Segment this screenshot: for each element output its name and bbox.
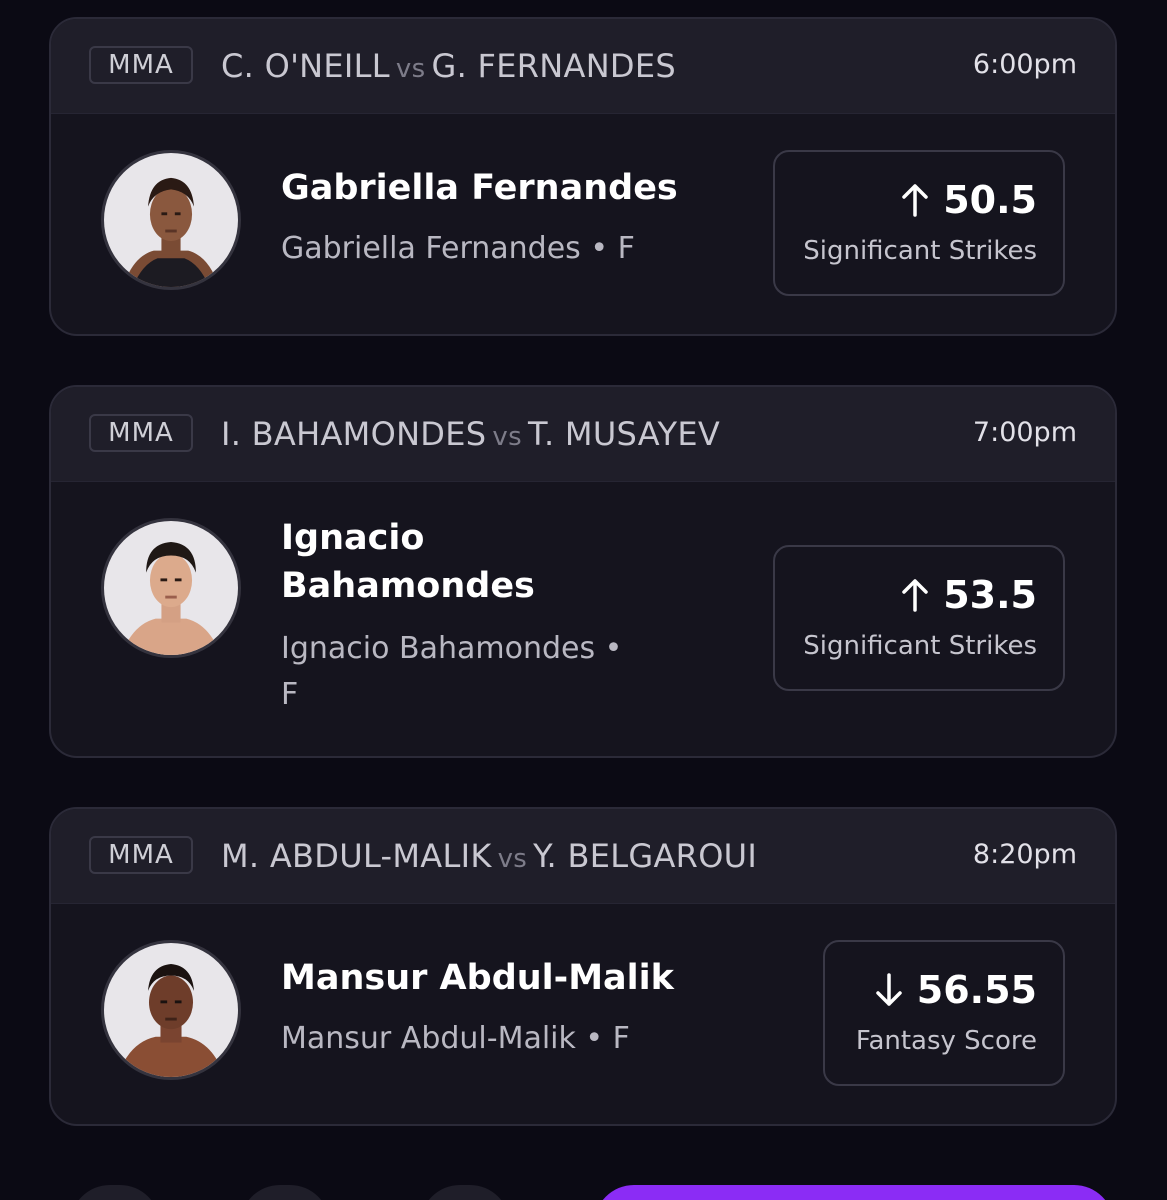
- line-value: 56.55: [916, 968, 1037, 1012]
- player-name: Mansur Abdul-Malik: [281, 958, 674, 998]
- team-a: C. O'NEILL: [221, 47, 390, 85]
- fighter-portrait-icon: [104, 943, 238, 1077]
- bottom-icon-button[interactable]: [240, 1185, 330, 1200]
- submit-button[interactable]: [594, 1185, 1114, 1200]
- projection-value: 53.5: [901, 573, 1037, 617]
- fighter-portrait-icon: [104, 153, 238, 287]
- arrow-up-icon: [902, 184, 928, 217]
- stat-label: Fantasy Score: [855, 1026, 1037, 1056]
- player-name-line-1: Ignacio: [281, 518, 425, 558]
- stat-label: Significant Strikes: [803, 236, 1037, 266]
- matchup: M. ABDUL-MALIK vs Y. BELGAROUI: [221, 837, 757, 875]
- vs-label: vs: [395, 54, 426, 84]
- vs-label: vs: [492, 422, 522, 452]
- matchup: C. O'NEILL vs G. FERNANDES: [221, 47, 676, 85]
- pick-card[interactable]: MMA M. ABDUL-MALIK vs Y. BELGAROUI 8:20pm: [49, 807, 1117, 1126]
- game-time: 7:00pm: [972, 417, 1077, 448]
- sport-badge: MMA: [89, 46, 193, 84]
- arrow-up-icon: [902, 579, 928, 612]
- player-team-position: Gabriella Fernandes • F: [281, 231, 635, 266]
- projection-value: 50.5: [901, 178, 1037, 222]
- line-value: 50.5: [943, 178, 1037, 222]
- projection-box[interactable]: 53.5 Significant Strikes: [773, 545, 1065, 691]
- team-b: Y. BELGAROUI: [533, 837, 758, 875]
- game-time: 6:00pm: [972, 49, 1077, 80]
- matchup: I. BAHAMONDES vs T. MUSAYEV: [221, 415, 720, 453]
- line-value: 53.5: [943, 573, 1037, 617]
- arrow-down-icon: [876, 973, 902, 1006]
- team-b: G. FERNANDES: [431, 47, 677, 85]
- game-time: 8:20pm: [972, 839, 1077, 870]
- avatar: [101, 940, 241, 1080]
- pick-card[interactable]: MMA I. BAHAMONDES vs T. MUSAYEV 7:00pm I…: [49, 385, 1117, 758]
- fighter-portrait-icon: [104, 521, 238, 655]
- vs-label: vs: [497, 844, 528, 874]
- card-header: MMA M. ABDUL-MALIK vs Y. BELGAROUI 8:20pm: [51, 809, 1115, 904]
- avatar: [101, 150, 241, 290]
- team-b: T. MUSAYEV: [527, 415, 721, 453]
- avatar: [101, 518, 241, 658]
- sport-badge: MMA: [89, 836, 193, 874]
- projection-box[interactable]: 50.5 Significant Strikes: [773, 150, 1065, 296]
- player-name-line-2: Bahamondes: [281, 566, 535, 606]
- projection-box[interactable]: 56.55 Fantasy Score: [823, 940, 1065, 1086]
- card-header: MMA C. O'NEILL vs G. FERNANDES 6:00pm: [51, 19, 1115, 114]
- player-position: F: [281, 677, 299, 712]
- page: MMA C. O'NEILL vs G. FERNANDES 6:00pm Ga…: [0, 0, 1167, 1200]
- projection-value: 56.55: [875, 968, 1037, 1012]
- bottom-icon-button[interactable]: [420, 1185, 510, 1200]
- stat-label: Significant Strikes: [803, 631, 1037, 661]
- sport-badge: MMA: [89, 414, 193, 452]
- pick-card[interactable]: MMA C. O'NEILL vs G. FERNANDES 6:00pm Ga…: [49, 17, 1117, 336]
- player-team-position: Ignacio Bahamondes •: [281, 631, 623, 666]
- player-team-position: Mansur Abdul-Malik • F: [281, 1021, 630, 1056]
- team-a: M. ABDUL-MALIK: [221, 837, 492, 875]
- team-a: I. BAHAMONDES: [221, 415, 487, 453]
- bottom-icon-button[interactable]: [70, 1185, 160, 1200]
- card-header: MMA I. BAHAMONDES vs T. MUSAYEV 7:00pm: [51, 387, 1115, 482]
- player-name: Gabriella Fernandes: [281, 168, 678, 208]
